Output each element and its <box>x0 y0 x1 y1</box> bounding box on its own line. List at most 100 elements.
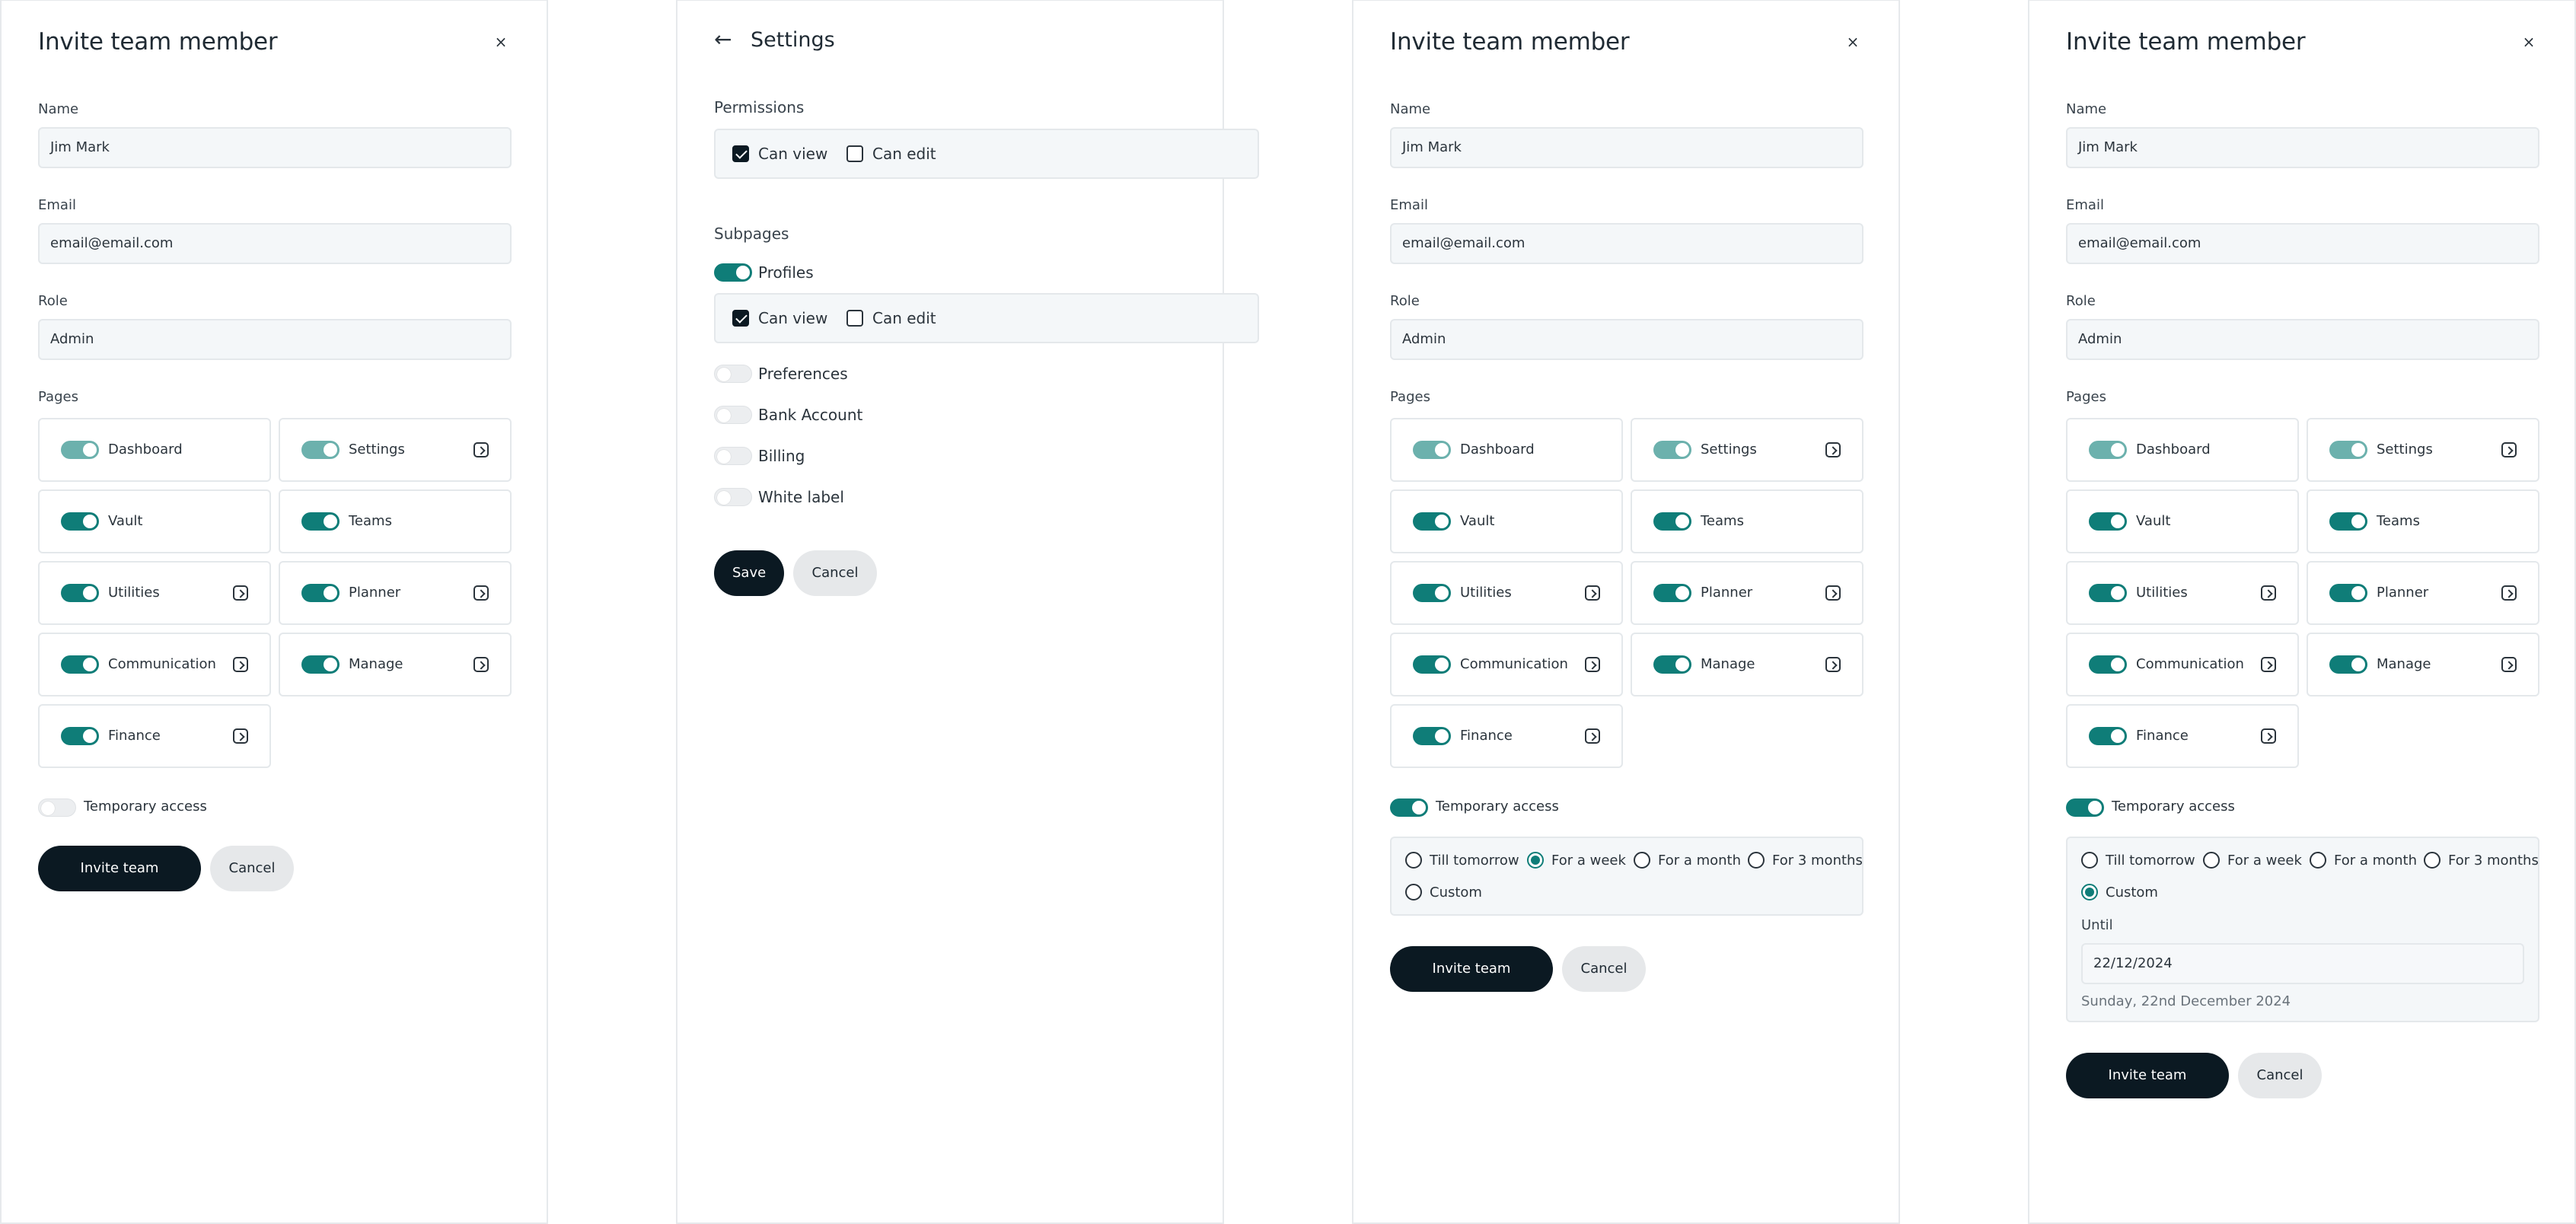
open-arrow-icon[interactable] <box>473 657 489 672</box>
utilities-toggle[interactable] <box>2089 584 2127 602</box>
email-field[interactable]: email@email.com <box>38 223 512 264</box>
settings-toggle[interactable] <box>301 441 340 459</box>
preferences-toggle[interactable] <box>714 365 752 383</box>
manage-toggle[interactable] <box>2329 655 2367 674</box>
invite-button[interactable]: Invite team member <box>38 846 201 922</box>
panel-title: Invite team member <box>38 28 278 56</box>
profiles-toggle[interactable] <box>714 263 752 282</box>
option-label: Custom <box>2106 885 2158 900</box>
communication-toggle[interactable] <box>2089 655 2127 674</box>
email-field[interactable]: email@email.com <box>2066 223 2539 264</box>
dashboard-toggle[interactable] <box>61 441 99 459</box>
open-arrow-icon[interactable] <box>2501 657 2517 672</box>
utilities-toggle[interactable] <box>61 584 99 602</box>
radio-custom[interactable] <box>1405 884 1422 900</box>
radio-for-3-months[interactable] <box>1748 852 1765 869</box>
finance-toggle[interactable] <box>2089 727 2127 745</box>
open-arrow-icon[interactable] <box>1585 657 1600 672</box>
can-edit-checkbox[interactable] <box>846 145 863 162</box>
teams-toggle[interactable] <box>1653 512 1691 531</box>
open-arrow-icon[interactable] <box>2501 442 2517 457</box>
teams-toggle[interactable] <box>2329 512 2367 531</box>
email-field[interactable]: email@email.com <box>1390 223 1863 264</box>
open-arrow-icon[interactable] <box>2261 585 2276 601</box>
manage-toggle[interactable] <box>301 655 340 674</box>
open-arrow-icon[interactable] <box>1585 585 1600 601</box>
open-arrow-icon[interactable] <box>1825 442 1841 457</box>
page-card-communication: Communication <box>2066 633 2299 696</box>
open-arrow-icon[interactable] <box>473 442 489 457</box>
role-field[interactable]: Admin <box>2066 319 2539 360</box>
can-view-checkbox[interactable] <box>732 310 749 327</box>
temporary-access-toggle[interactable] <box>1390 798 1428 817</box>
planner-toggle[interactable] <box>1653 584 1691 602</box>
name-field[interactable]: Jim Mark <box>2066 127 2539 168</box>
temporary-access-toggle[interactable] <box>2066 798 2104 817</box>
page-label: Communication <box>108 656 216 672</box>
cancel-button[interactable]: Cancel <box>793 550 877 596</box>
name-field[interactable]: Jim Mark <box>1390 127 1863 168</box>
radio-custom[interactable] <box>2081 884 2098 900</box>
radio-for-a-week[interactable] <box>2203 852 2220 869</box>
radio-for-a-month[interactable] <box>2310 852 2326 869</box>
settings-toggle[interactable] <box>2329 441 2367 459</box>
invite-button[interactable]: Invite team member <box>2066 1053 2229 1129</box>
radio-for-a-month[interactable] <box>1634 852 1650 869</box>
utilities-toggle[interactable] <box>1413 584 1451 602</box>
open-arrow-icon[interactable] <box>1825 585 1841 601</box>
communication-toggle[interactable] <box>61 655 99 674</box>
cancel-button[interactable]: Cancel <box>1562 946 1646 992</box>
radio-till-tomorrow[interactable] <box>2081 852 2098 869</box>
temporary-access-toggle[interactable] <box>38 798 76 817</box>
communication-toggle[interactable] <box>1413 655 1451 674</box>
open-arrow-icon[interactable] <box>233 585 248 601</box>
white-label-toggle[interactable] <box>714 488 752 506</box>
cancel-button[interactable]: Cancel <box>210 846 294 891</box>
billing-toggle[interactable] <box>714 447 752 465</box>
open-arrow-icon[interactable] <box>1825 657 1841 672</box>
open-arrow-icon[interactable] <box>233 657 248 672</box>
can-view-checkbox[interactable] <box>732 145 749 162</box>
save-button[interactable]: Save <box>714 550 784 596</box>
close-icon[interactable]: × <box>2518 31 2539 53</box>
planner-toggle[interactable] <box>301 584 340 602</box>
manage-toggle[interactable] <box>1653 655 1691 674</box>
invite-button[interactable]: Invite team member <box>1390 946 1553 1022</box>
dashboard-toggle[interactable] <box>2089 441 2127 459</box>
cancel-button[interactable]: Cancel <box>2238 1053 2322 1098</box>
finance-toggle[interactable] <box>61 727 99 745</box>
open-arrow-icon[interactable] <box>233 728 248 744</box>
page-card-dashboard: Dashboard <box>1390 418 1623 482</box>
planner-toggle[interactable] <box>2329 584 2367 602</box>
role-field[interactable]: Admin <box>38 319 512 360</box>
open-arrow-icon[interactable] <box>2501 585 2517 601</box>
open-arrow-icon[interactable] <box>2261 728 2276 744</box>
can-edit-checkbox[interactable] <box>846 310 863 327</box>
finance-toggle[interactable] <box>1413 727 1451 745</box>
vault-toggle[interactable] <box>61 512 99 531</box>
bank-account-toggle[interactable] <box>714 406 752 424</box>
back-arrow-icon[interactable]: ← <box>714 28 732 51</box>
close-icon[interactable]: × <box>1842 31 1863 53</box>
radio-for-3-months[interactable] <box>2424 852 2441 869</box>
settings-toggle[interactable] <box>1653 441 1691 459</box>
radio-for-a-week[interactable] <box>1527 852 1544 869</box>
page-card-manage: Manage <box>2307 633 2539 696</box>
vault-toggle[interactable] <box>2089 512 2127 531</box>
open-arrow-icon[interactable] <box>2261 657 2276 672</box>
name-label: Name <box>2066 101 2107 117</box>
role-field[interactable]: Admin <box>1390 319 1863 360</box>
open-arrow-icon[interactable] <box>1585 728 1600 744</box>
vault-toggle[interactable] <box>1413 512 1451 531</box>
name-field[interactable]: Jim Mark <box>38 127 512 168</box>
radio-till-tomorrow[interactable] <box>1405 852 1422 869</box>
email-label: Email <box>1390 197 1428 213</box>
close-icon[interactable]: × <box>490 31 512 53</box>
dashboard-toggle[interactable] <box>1413 441 1451 459</box>
subpage-white-label: White label <box>758 488 844 506</box>
invite-panel: Invite team member × Name Jim Mark Email… <box>0 0 548 1224</box>
panel-title: Invite team member <box>2066 28 2306 56</box>
teams-toggle[interactable] <box>301 512 340 531</box>
open-arrow-icon[interactable] <box>473 585 489 601</box>
until-date-field[interactable]: 22/12/2024 <box>2081 943 2524 984</box>
